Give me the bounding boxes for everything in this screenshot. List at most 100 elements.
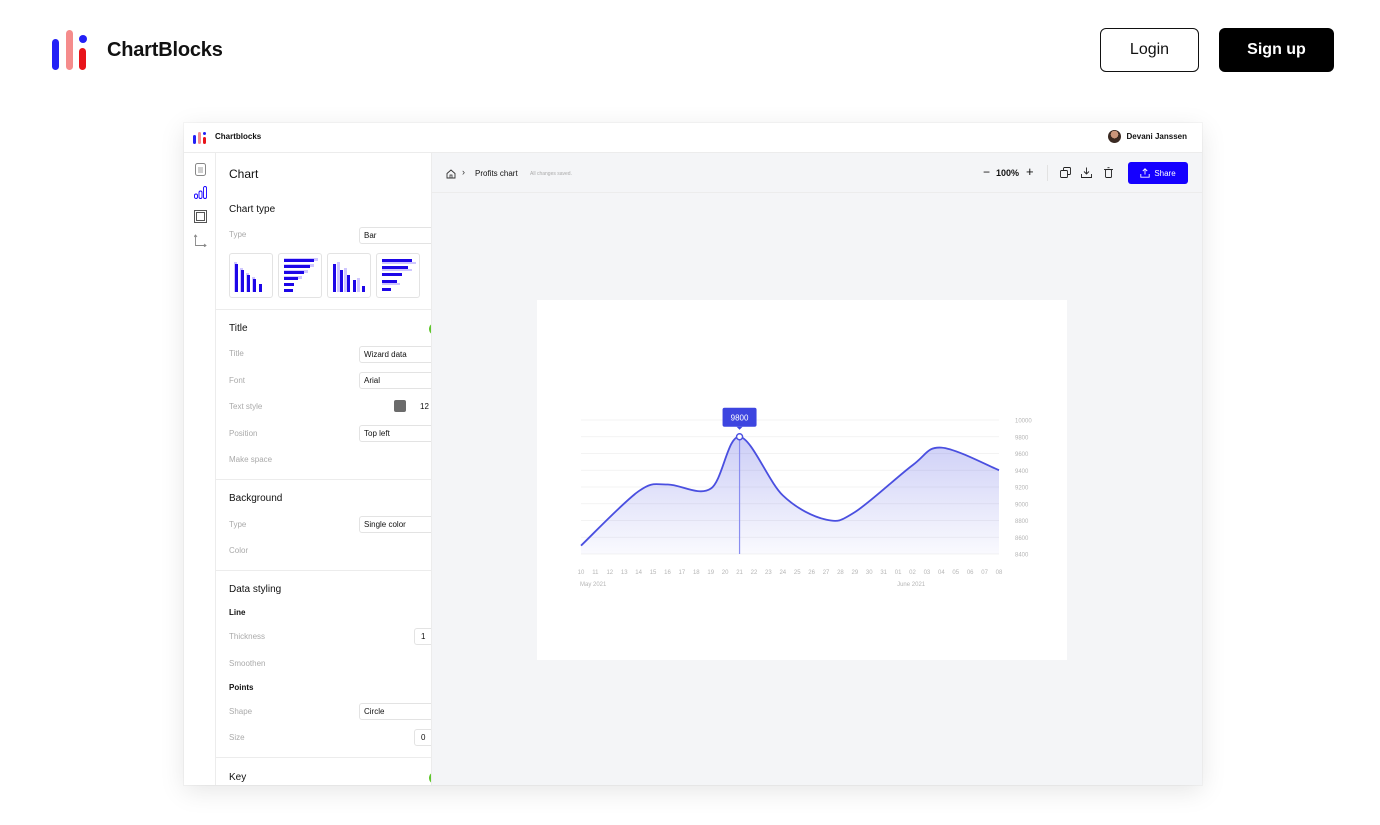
title-input[interactable]: Wizard data <box>359 346 431 363</box>
brand-name: ChartBlocks <box>107 38 223 61</box>
x-tick-label: 15 <box>650 570 657 576</box>
grouped-vertical-bar-thumbnail[interactable] <box>327 253 371 298</box>
x-tick-label: 24 <box>779 570 786 576</box>
user-menu[interactable]: Devani Janssen <box>1107 130 1187 143</box>
data-styling-heading: Data styling <box>229 584 282 595</box>
y-tick-label: 9000 <box>1015 502 1029 508</box>
divider <box>216 479 431 480</box>
position-label: Position <box>229 429 258 438</box>
y-tick-label: 9800 <box>1015 435 1029 441</box>
key-heading: Key <box>229 772 247 783</box>
divider <box>216 757 431 758</box>
x-tick-label: 13 <box>621 570 628 576</box>
share-label: Share <box>1154 168 1176 178</box>
app-preview-window: Chartblocks Devani Janssen Chart Chart t… <box>184 123 1202 785</box>
background-heading: Background <box>229 493 283 504</box>
tooltip-label: 9800 <box>731 413 749 422</box>
profits-chart[interactable]: 10000 9800 9600 9400 9200 9000 8800 8600 8400 10 1… <box>537 300 1067 660</box>
x-tick-label: 14 <box>635 570 642 576</box>
x-tick-label: 18 <box>693 570 700 576</box>
background-type-label: Type <box>229 520 247 529</box>
text-color-swatch[interactable] <box>394 400 406 412</box>
x-tick-label: 05 <box>952 570 959 576</box>
x-month-label: June 2021 <box>897 582 926 588</box>
chartblocks-logo-icon <box>52 30 88 70</box>
smoothen-label: Smoothen <box>229 659 266 668</box>
breadcrumb-separator-icon: › <box>462 167 465 177</box>
x-tick-label: 03 <box>924 570 931 576</box>
background-type-value: Single color <box>364 520 406 529</box>
avatar <box>1107 130 1121 143</box>
axes-icon[interactable] <box>194 234 207 247</box>
grouped-horizontal-bar-thumbnail[interactable] <box>376 253 420 298</box>
x-tick-label: 10 <box>578 570 585 576</box>
download-icon[interactable] <box>1081 167 1092 178</box>
title-label: Title <box>229 349 244 358</box>
zoom-out-icon[interactable]: − <box>983 165 990 179</box>
duplicate-icon[interactable] <box>1060 167 1071 178</box>
x-tick-label: 29 <box>852 570 859 576</box>
chart-type-thumbnails <box>229 253 420 298</box>
size-input[interactable]: 0 <box>414 729 431 746</box>
y-tick-label: 10000 <box>1015 419 1032 425</box>
x-tick-label: 02 <box>909 570 916 576</box>
font-label: Font <box>229 376 246 385</box>
background-type-select[interactable]: Single color ⌄ <box>359 516 431 533</box>
shape-label: Shape <box>229 707 253 716</box>
chart-type-select[interactable]: Bar ⌄ <box>359 227 431 244</box>
trash-icon[interactable] <box>1103 167 1114 178</box>
x-tick-label: 26 <box>808 570 815 576</box>
frame-icon[interactable] <box>194 210 207 223</box>
y-tick-label: 8800 <box>1015 519 1029 525</box>
x-tick-label: 01 <box>895 570 902 576</box>
chart-canvas[interactable]: 10000 9800 9600 9400 9200 9000 8800 8600 8400 10 1… <box>537 300 1067 660</box>
font-input[interactable]: Arial <box>359 372 431 389</box>
background-color-label: Color <box>229 546 249 555</box>
share-button[interactable]: Share <box>1128 162 1188 184</box>
x-tick-label: 20 <box>722 570 729 576</box>
x-tick-label: 30 <box>866 570 873 576</box>
text-size-select[interactable]: 12 ⌄ <box>414 398 431 415</box>
x-tick-label: 25 <box>794 570 801 576</box>
save-status: All changes saved. <box>530 171 572 177</box>
x-tick-label: 22 <box>751 570 758 576</box>
divider <box>216 309 431 310</box>
chart-workspace: › Profits chart All changes saved. − 100… <box>432 153 1202 785</box>
zoom-in-icon[interactable]: + <box>1026 164 1034 179</box>
series-area <box>581 436 999 554</box>
horizontal-bar-thumbnail[interactable] <box>278 253 322 298</box>
x-tick-label: 21 <box>736 570 743 576</box>
points-heading: Points <box>229 683 254 692</box>
x-tick-label: 23 <box>765 570 772 576</box>
user-name: Devani Janssen <box>1126 132 1187 141</box>
upload-icon <box>1140 168 1150 178</box>
text-size-value: 12 <box>420 402 429 411</box>
position-select[interactable]: Top left ⌄ <box>359 425 431 442</box>
site-header: ChartBlocks Login Sign up <box>0 0 1380 100</box>
brand-logo-link[interactable]: ChartBlocks <box>52 30 223 70</box>
x-tick-label: 11 <box>592 570 599 576</box>
tooltip-arrow <box>736 426 743 430</box>
document-icon[interactable] <box>194 163 207 176</box>
bar-chart-icon[interactable] <box>194 186 207 199</box>
make-space-label: Make space <box>229 455 273 464</box>
signup-button[interactable]: Sign up <box>1219 28 1334 72</box>
app-name: Chartblocks <box>215 132 262 141</box>
x-tick-label: 19 <box>707 570 714 576</box>
size-label: Size <box>229 733 245 742</box>
app-topbar: Chartblocks Devani Janssen <box>184 123 1202 153</box>
divider <box>1047 165 1048 181</box>
y-tick-label: 9200 <box>1015 486 1029 492</box>
breadcrumb-chart-name[interactable]: Profits chart <box>475 169 518 178</box>
thickness-label: Thickness <box>229 632 266 641</box>
x-tick-label: 17 <box>679 570 686 576</box>
x-tick-label: 06 <box>967 570 974 576</box>
icon-rail <box>184 153 216 785</box>
title-section-heading: Title <box>229 323 248 334</box>
login-button[interactable]: Login <box>1100 28 1199 72</box>
text-style-label: Text style <box>229 402 263 411</box>
vertical-bar-thumbnail[interactable] <box>229 253 273 298</box>
shape-select[interactable]: Circle ⌄ <box>359 703 431 720</box>
home-icon[interactable] <box>446 169 456 179</box>
thickness-input[interactable]: 1 <box>414 628 431 645</box>
